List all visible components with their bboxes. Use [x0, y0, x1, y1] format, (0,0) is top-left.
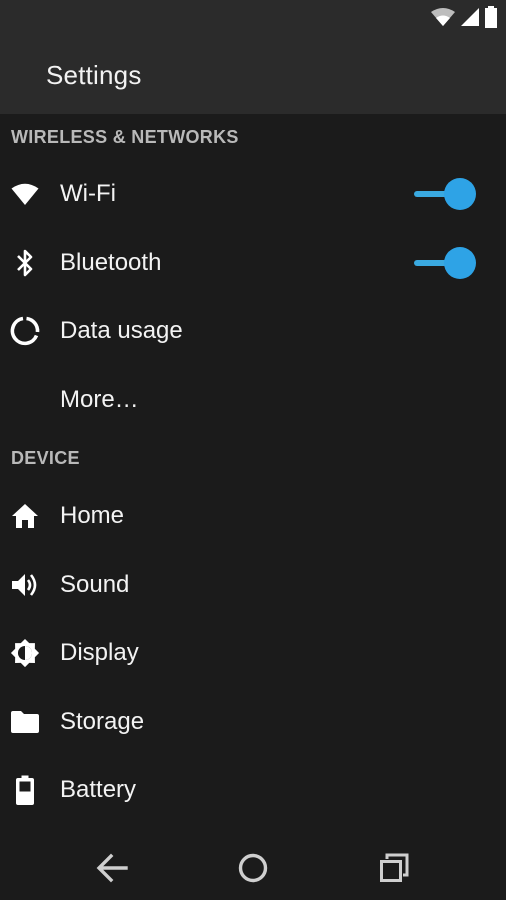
settings-item-label: Wi-Fi [60, 180, 116, 208]
display-brightness-icon [10, 638, 40, 668]
settings-screen: Settings WIRELESS & NETWORKS Wi-Fi Bluet… [0, 0, 506, 900]
settings-item-home[interactable]: Home [0, 482, 506, 551]
data-usage-icon [10, 316, 40, 346]
settings-item-wifi[interactable]: Wi-Fi [0, 160, 506, 229]
settings-item-sound[interactable]: Sound [0, 551, 506, 620]
settings-item-data-usage[interactable]: Data usage [0, 297, 506, 366]
back-button[interactable] [94, 850, 130, 886]
wifi-icon [10, 179, 40, 209]
app-bar: Settings [0, 34, 506, 114]
settings-item-label: Storage [60, 707, 145, 735]
toggle-thumb [444, 178, 476, 211]
toggle-thumb [444, 246, 476, 279]
home-button[interactable] [235, 850, 271, 886]
settings-item-label: More… [60, 385, 139, 413]
wifi-status-icon [431, 8, 455, 26]
page-title: Settings [46, 60, 142, 90]
settings-item-label: Bluetooth [60, 248, 162, 276]
settings-item-bluetooth[interactable]: Bluetooth [0, 229, 506, 298]
status-icons [430, 6, 498, 28]
settings-item-label: Data usage [60, 317, 183, 345]
settings-item-battery[interactable]: Battery [0, 756, 506, 825]
cell-signal-icon [461, 8, 479, 26]
status-bar [0, 0, 506, 34]
navigation-bar [0, 834, 506, 900]
settings-list: WIRELESS & NETWORKS Wi-Fi Bluetooth Data… [0, 114, 506, 825]
settings-item-label: Display [60, 639, 139, 667]
settings-item-label: Sound [60, 570, 130, 598]
section-header-device: DEVICE [11, 447, 80, 468]
home-circle-icon [238, 853, 268, 883]
settings-item-more[interactable]: More… [0, 366, 506, 435]
folder-icon [10, 707, 40, 737]
battery-icon [10, 775, 40, 806]
bluetooth-toggle[interactable] [414, 246, 476, 279]
back-arrow-icon [96, 853, 128, 883]
settings-item-display[interactable]: Display [0, 619, 506, 688]
settings-item-storage[interactable]: Storage [0, 688, 506, 757]
recents-icon [380, 853, 409, 882]
bluetooth-icon [10, 248, 40, 278]
settings-item-label: Battery [60, 776, 137, 804]
wifi-toggle[interactable] [414, 178, 476, 211]
settings-item-label: Home [60, 502, 125, 530]
sound-icon [10, 570, 40, 600]
home-icon [10, 501, 40, 531]
recents-button[interactable] [376, 850, 412, 886]
section-header-wireless: WIRELESS & NETWORKS [11, 126, 239, 147]
battery-status-icon [485, 6, 497, 28]
